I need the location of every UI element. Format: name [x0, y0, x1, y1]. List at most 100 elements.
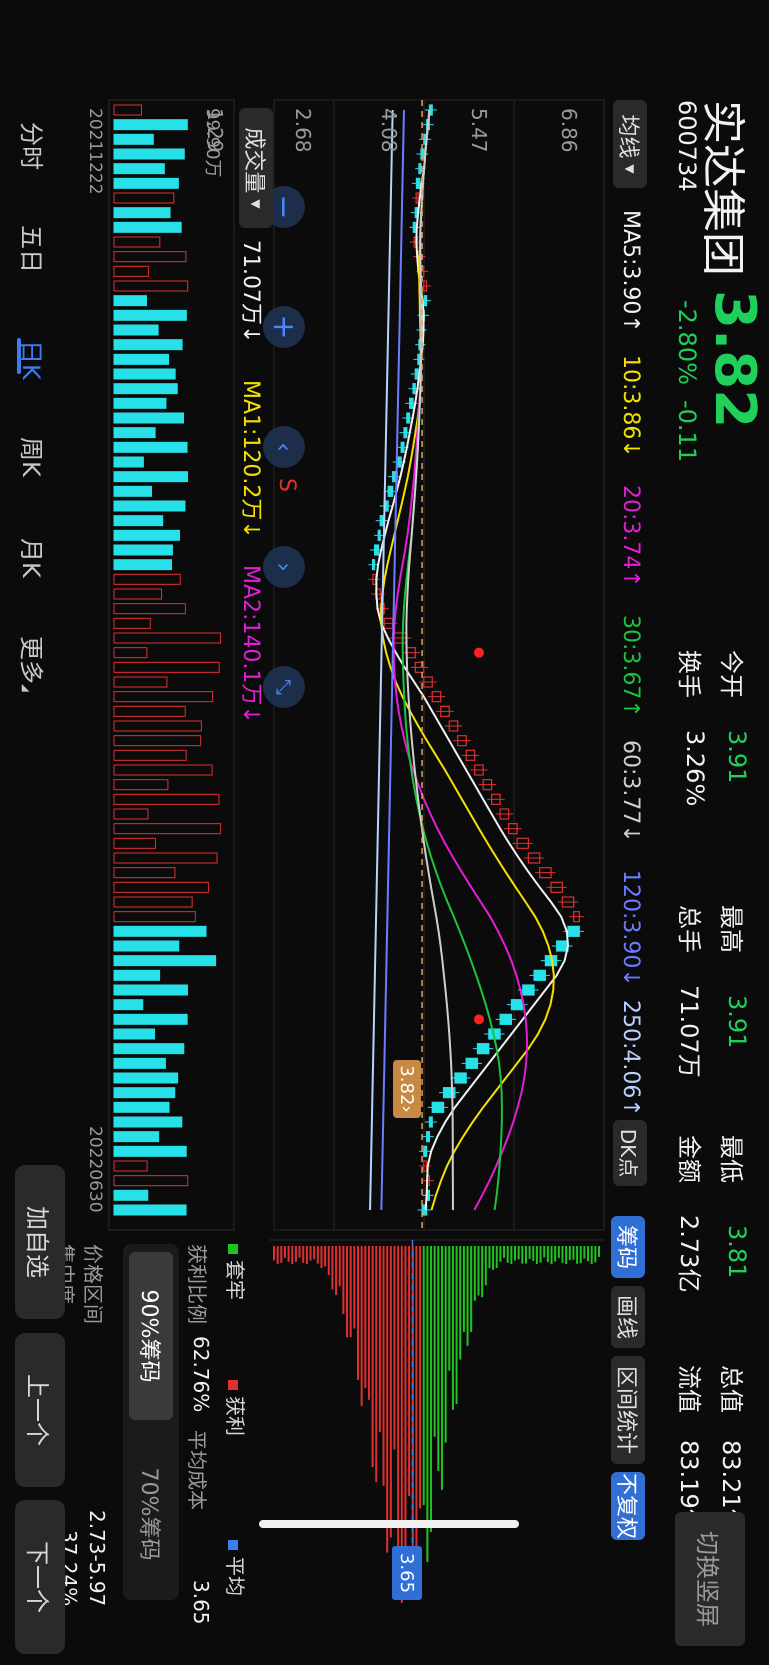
price-axis-label: 2.68	[291, 108, 315, 153]
volume-bar	[113, 295, 148, 307]
volume-bar	[113, 1028, 156, 1040]
candle-body	[409, 397, 414, 409]
volume-bar	[113, 852, 218, 864]
stat-turnover-value: 3.26%	[681, 730, 709, 807]
tab-weekly-k[interactable]: 周K	[16, 437, 51, 477]
date-end: 20220630	[85, 1126, 105, 1213]
chevron-right-icon: ›	[270, 562, 298, 572]
volume-selector[interactable]: 成交量 ▼	[239, 108, 273, 228]
current-price-tag: 3.82 ›	[393, 1060, 421, 1118]
tab-range-stats[interactable]: 区间统计	[611, 1356, 645, 1464]
ma120-value: 120:3.90↓	[618, 870, 643, 987]
stat-low-value: 3.81	[723, 1225, 751, 1279]
ma-line-20	[392, 109, 528, 1211]
volume-bar	[113, 1160, 148, 1172]
add-watchlist-button[interactable]: 加自选	[15, 1165, 65, 1319]
ma5-value: MA5:3.90↑	[618, 210, 643, 333]
volume-ma1: MA1:120.2万↓	[238, 380, 263, 539]
tab-more[interactable]: 更多◢	[16, 636, 51, 692]
volume-bar	[113, 573, 181, 585]
tab-70-chips[interactable]: 70%筹码	[129, 1430, 173, 1598]
volume-bar	[113, 647, 148, 659]
volume-bar	[113, 632, 222, 644]
candle-body	[431, 1101, 445, 1113]
candle-body	[428, 1116, 433, 1128]
volume-bar	[113, 925, 207, 937]
legend-profit-label: 获利	[223, 1396, 247, 1436]
candle-body	[454, 1072, 467, 1084]
volume-bar	[113, 471, 189, 483]
candle-body	[465, 1057, 479, 1069]
candle-body	[400, 441, 405, 453]
candle-body	[567, 925, 580, 937]
volume-bar	[113, 456, 144, 468]
ma-selector[interactable]: 均线 ▼	[613, 100, 647, 188]
volume-bar	[113, 192, 175, 204]
landscape-stage: 实达集团 600734 3.82 -2.80% -0.11 今开 3.91 最高…	[0, 0, 769, 1665]
candle-body	[371, 559, 376, 571]
corner-arrow-icon: ◢	[20, 684, 31, 692]
reset-zoom-button[interactable]: ⤡	[263, 666, 305, 708]
candle-body	[423, 1145, 428, 1157]
next-button[interactable]: 下一个	[15, 1500, 65, 1654]
candle-body	[499, 1013, 513, 1025]
date-start: 20211222	[85, 108, 105, 195]
tab-draw-line[interactable]: 画线	[611, 1286, 645, 1348]
volume-value: 71.07万↓	[238, 240, 263, 344]
volume-bar	[113, 1204, 187, 1216]
ma30-value: 30:3.67↑	[618, 615, 643, 718]
candle-body	[418, 163, 422, 175]
signal-dot	[474, 1014, 484, 1025]
avg-cost-label: 平均成本	[185, 1430, 209, 1510]
volume-bar	[113, 881, 209, 893]
volume-bar	[113, 867, 176, 879]
zoom-in-button[interactable]: +	[263, 306, 305, 348]
volume-bar	[113, 940, 180, 952]
tab-chips[interactable]: 筹码	[611, 1216, 645, 1278]
volume-bar	[113, 1087, 176, 1099]
chevron-left-icon: ‹	[270, 442, 298, 452]
scroll-left-button[interactable]: ‹	[263, 426, 305, 468]
tab-no-adjust[interactable]: 不复权	[611, 1472, 645, 1540]
plus-icon: +	[266, 314, 302, 340]
tab-90-chips[interactable]: 90%筹码	[129, 1252, 173, 1420]
volume-bar	[113, 163, 165, 175]
volume-bar	[113, 676, 168, 688]
candle-body	[522, 984, 535, 996]
scroll-right-button[interactable]: ›	[263, 546, 305, 588]
legend-blue-square-icon	[228, 1540, 238, 1550]
stock-code: 600734	[673, 100, 701, 192]
profit-ratio-label: 获利比例	[185, 1244, 209, 1324]
volume-bar	[113, 265, 149, 277]
volume-bar	[113, 383, 178, 395]
tab-intraday[interactable]: 分时	[16, 122, 51, 170]
tab-monthly-k[interactable]: 月K	[16, 538, 51, 578]
ma-line-60	[405, 109, 454, 1211]
volume-bar	[113, 1013, 188, 1025]
stat-volume-value: 71.07万	[675, 985, 703, 1078]
candle-body	[414, 368, 419, 380]
candle-body	[476, 1043, 490, 1055]
volume-bar	[113, 661, 220, 673]
home-indicator	[259, 1520, 519, 1528]
volume-bar	[113, 251, 187, 263]
volume-bar	[113, 749, 187, 761]
volume-bar	[113, 779, 169, 791]
volume-bar	[113, 588, 163, 600]
last-price: 3.82	[702, 290, 767, 429]
stat-open-label: 今开	[717, 650, 745, 698]
tab-daily-k[interactable]: 日K	[16, 340, 51, 380]
switch-portrait-button[interactable]: 切换竖屏	[675, 1512, 745, 1646]
dk-point-button[interactable]: DK点	[613, 1120, 647, 1186]
volume-ma2: MA2:140.1万↓	[238, 565, 263, 724]
previous-button[interactable]: 上一个	[15, 1333, 65, 1487]
volume-bar	[113, 515, 164, 527]
volume-bar	[113, 911, 196, 923]
stat-high-value: 3.91	[723, 995, 751, 1049]
volume-bar	[113, 735, 202, 747]
volume-bar	[113, 705, 186, 717]
tab-five-day[interactable]: 五日	[16, 225, 51, 273]
volume-bar	[113, 955, 217, 967]
volume-bar	[113, 324, 159, 336]
stat-floatcap-label: 流值	[675, 1365, 703, 1413]
